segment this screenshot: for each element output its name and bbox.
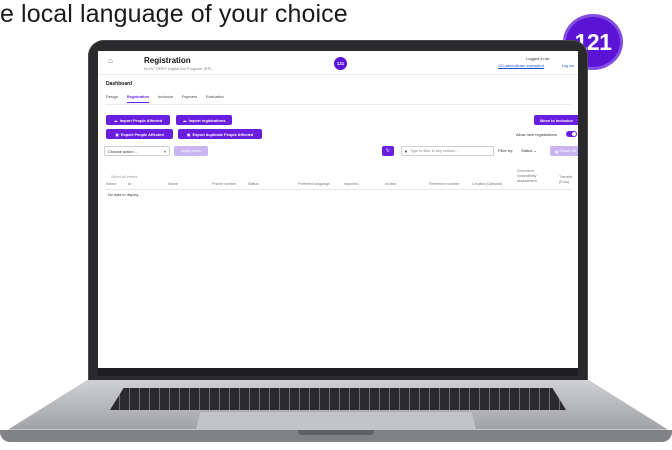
- choose-action-value: Choose action...: [108, 148, 137, 154]
- page-title: Registration: [144, 56, 191, 65]
- app-header: ⌂ Registration NLRC DREF Digital Aid Pro…: [98, 51, 578, 75]
- select-all-label[interactable]: Select all entries: [111, 175, 137, 179]
- header-logo: 121: [334, 57, 347, 70]
- tab-inclusion[interactable]: Inclusion: [158, 95, 173, 103]
- status-filter-select[interactable]: Status ⌄: [521, 148, 537, 153]
- column-header-select[interactable]: Select: [106, 182, 116, 187]
- download-icon: ▣: [115, 131, 120, 137]
- tagline-text: e local language of your choice: [0, 0, 348, 28]
- refresh-button[interactable]: ↻: [382, 146, 394, 156]
- laptop-screen: ⌂ Registration NLRC DREF Digital Aid Pro…: [98, 51, 578, 376]
- column-header-invited[interactable]: Invited: [385, 182, 396, 187]
- allow-registrations-label: Allow new registrations: [516, 132, 557, 137]
- import-registrations-label: Import registrations: [188, 117, 226, 123]
- move-to-inclusion-label: Move to inclusion: [540, 117, 573, 123]
- export-list-label: Export list: [559, 149, 577, 153]
- move-to-inclusion-button[interactable]: Move to inclusion: [534, 115, 578, 125]
- chevron-down-icon: ▾: [163, 149, 166, 154]
- column-header-phone[interactable]: Phone number: [212, 182, 236, 187]
- upload-icon: ☁: [182, 117, 187, 123]
- filter-icon: ▼: [404, 148, 408, 154]
- export-duplicates-label: Export duplicate People Affected: [192, 131, 254, 137]
- import-registrations-button[interactable]: ☁ Import registrations: [176, 115, 232, 125]
- filter-input[interactable]: ▼ Type to filter in any column...: [401, 146, 494, 156]
- filter-placeholder: Type to filter in any column...: [409, 149, 459, 153]
- upload-icon: ☁: [113, 117, 118, 123]
- export-list-button[interactable]: ▣ Export list: [550, 146, 578, 156]
- refresh-icon: ↻: [385, 148, 391, 154]
- import-people-button[interactable]: ☁ Import People Affected: [106, 115, 170, 125]
- download-icon: ▣: [554, 149, 559, 154]
- tab-payment[interactable]: Payment: [182, 95, 197, 103]
- laptop-lid-notch: [298, 430, 374, 435]
- chevron-down-icon: ⌄: [533, 148, 537, 153]
- choose-action-select[interactable]: Choose action... ▾: [104, 146, 170, 156]
- empty-table-message: No data to display: [108, 193, 139, 197]
- apply-action-button[interactable]: Apply action: [174, 146, 208, 156]
- tab-design[interactable]: Design: [106, 95, 118, 103]
- phase-tabs: Design Registration Inclusion Payment Ev…: [106, 95, 224, 103]
- column-header-language[interactable]: Preferred language: [298, 182, 330, 187]
- column-header-imported[interactable]: Imported: [344, 182, 359, 187]
- export-people-button[interactable]: ▣ Export People Affected: [106, 129, 173, 139]
- home-icon[interactable]: ⌂: [108, 57, 116, 65]
- allow-registrations-toggle[interactable]: [566, 131, 577, 137]
- column-header-name[interactable]: Name: [168, 182, 178, 187]
- column-header-id[interactable]: Id: [128, 182, 131, 187]
- filter-by-label: Filter by:: [498, 148, 514, 153]
- tabs-divider: [106, 104, 572, 105]
- column-header-created[interactable]: Created (Optional): [472, 182, 502, 187]
- column-header-vulnerability[interactable]: Document vulnerability assessment: [517, 169, 547, 184]
- table-divider: [104, 189, 572, 190]
- program-subtitle: NLRC DREF Digital Aid Program (RP): [144, 66, 212, 71]
- status-filter-value: Status: [521, 148, 533, 153]
- dashboard-heading: Dashboard: [106, 81, 133, 87]
- tab-evaluation[interactable]: Evaluation: [206, 95, 224, 103]
- screen-bezel-bottom: [98, 368, 578, 376]
- laptop-keyboard: [110, 388, 566, 410]
- export-people-label: Export People Affected: [121, 131, 164, 137]
- tab-registration[interactable]: Registration: [126, 95, 149, 103]
- import-people-label: Import People Affected: [119, 117, 163, 123]
- download-icon: ▣: [186, 131, 191, 137]
- column-header-transfer[interactable]: Transfer (Euro): [559, 175, 578, 185]
- logout-link[interactable]: Log out: [562, 64, 574, 68]
- column-header-status[interactable]: Status: [248, 182, 258, 187]
- logged-in-label: Logged in as:: [526, 56, 551, 61]
- column-header-reference[interactable]: Reference number: [429, 182, 460, 187]
- export-duplicates-button[interactable]: ▣ Export duplicate People Affected: [178, 129, 262, 139]
- user-email-link[interactable]: 121-admin@user-example.nl: [498, 64, 544, 68]
